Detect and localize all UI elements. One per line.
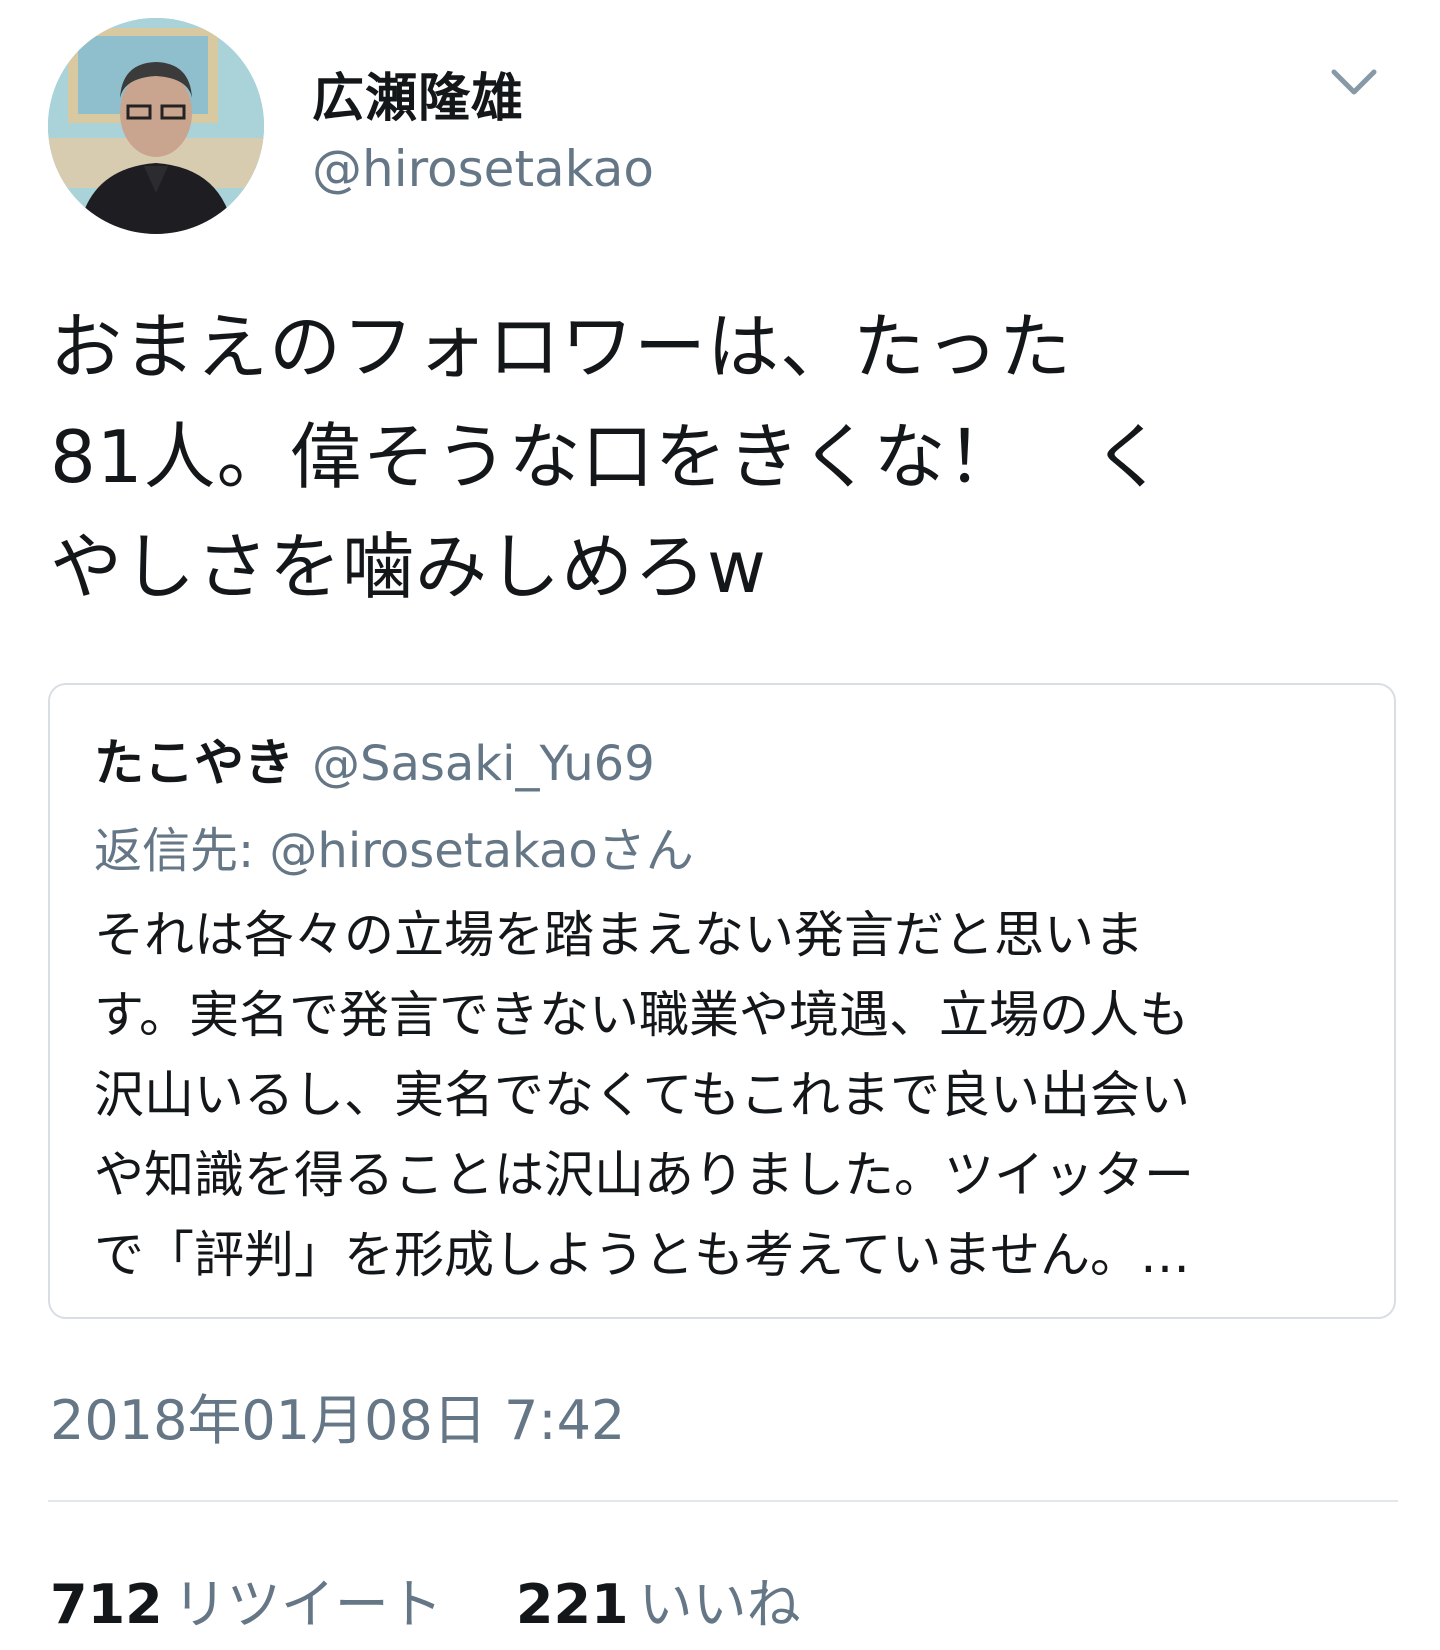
tweet-timestamp[interactable]: 2018年01月08日 7:42 xyxy=(50,1376,625,1455)
tweet-detail: 広瀬隆雄 @hirosetakao おまえのフォロワーは、たった 81人。偉そう… xyxy=(0,0,1440,1650)
retweets-label: リツイート xyxy=(172,1573,443,1636)
author-avatar[interactable] xyxy=(48,18,264,234)
quoted-tweet-text: それは各々の立場を踏まえない発言だと思いま す。実名で発言できない職業や境遇、立… xyxy=(94,906,1194,1284)
quoted-tweet-header: たこやき @Sasaki_Yu69 xyxy=(94,723,655,795)
likes-count: 221 xyxy=(515,1573,629,1636)
tweet-text: おまえのフォロワーは、たった 81人。偉そうな口をきくな！ く やしさを噛みしめ… xyxy=(50,305,1166,609)
likes-stat[interactable]: 221 いいね xyxy=(516,1560,801,1639)
profile-photo xyxy=(48,18,264,234)
chevron-down-icon[interactable] xyxy=(1328,62,1380,102)
retweets-stat[interactable]: 712 リツイート xyxy=(50,1560,443,1639)
quoted-author-handle: @Sasaki_Yu69 xyxy=(312,736,655,792)
likes-label: いいね xyxy=(638,1573,801,1636)
divider xyxy=(48,1500,1398,1502)
author-handle[interactable]: @hirosetakao xyxy=(312,140,654,198)
quoted-reply-to: 返信先: @hirosetakaoさん xyxy=(94,823,694,879)
author-display-name[interactable]: 広瀬隆雄 xyxy=(312,56,524,131)
retweets-count: 712 xyxy=(50,1573,163,1636)
quoted-author-name: たこやき xyxy=(94,734,294,792)
quoted-tweet[interactable]: たこやき @Sasaki_Yu69 返信先: @hirosetakaoさん それは… xyxy=(48,683,1396,1319)
tweet-stats: 712 リツイート 221 いいね xyxy=(50,1560,857,1639)
